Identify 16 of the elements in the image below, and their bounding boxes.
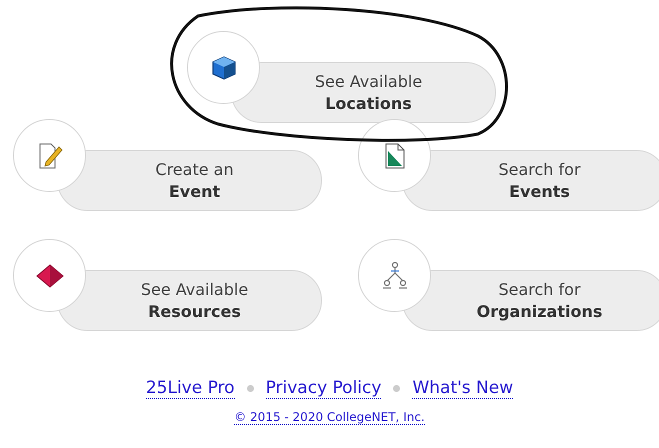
cube-icon	[210, 54, 236, 80]
tile-button[interactable]: See Available Resources	[57, 270, 322, 331]
tile-button[interactable]: Search for Events	[402, 150, 659, 211]
document-icon	[384, 142, 406, 170]
footer-link[interactable]: Privacy Policy	[266, 379, 382, 399]
tile-button[interactable]: Create an Event	[57, 150, 322, 211]
tile-button[interactable]: Search for Organizations	[402, 270, 659, 331]
footer-link[interactable]: 25Live Pro	[146, 379, 235, 399]
tile-button[interactable]: See Available Locations	[231, 62, 496, 123]
pencil-document-icon	[36, 142, 62, 170]
separator-dot	[393, 385, 400, 392]
org-chart-icon	[380, 260, 408, 290]
copyright-link[interactable]: © 2015 - 2020 CollegeNET, Inc.	[234, 410, 425, 425]
footer-link[interactable]: What's New	[412, 379, 514, 399]
separator-dot	[246, 385, 254, 392]
pyramid-icon	[34, 262, 64, 288]
